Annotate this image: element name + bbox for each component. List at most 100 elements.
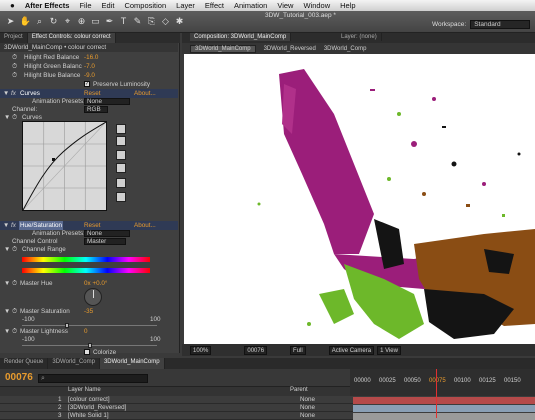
camera-view-dropdown[interactable]: Active Camera <box>328 345 375 355</box>
apple-icon[interactable]: ● <box>5 1 20 10</box>
tab-3dworld-comp[interactable]: 3DWorld_Comp <box>48 358 100 369</box>
layer-name[interactable]: [White Solid 1] <box>68 412 109 420</box>
zoom-tool-icon[interactable]: ⌕ <box>33 15 46 28</box>
layer-name[interactable]: [colour correct] <box>68 396 110 404</box>
hilight-red-row: ⏱ Hilight Red Balance -16.0 <box>0 53 178 62</box>
expand-triangle-icon[interactable]: ▼ <box>4 113 10 122</box>
menu-window[interactable]: Window <box>298 1 335 10</box>
puppet-pin-tool-icon[interactable]: ✱ <box>173 15 186 28</box>
tab-project[interactable]: Project <box>0 33 28 43</box>
comp-tab-comp[interactable]: 3DWorld_Comp <box>324 46 367 52</box>
master-hue-value[interactable]: 0x +0.0° <box>84 279 107 288</box>
stopwatch-icon[interactable]: ⏱ <box>12 53 17 62</box>
curve-smooth-tool-icon[interactable] <box>116 124 126 134</box>
curve-pencil-tool-icon[interactable] <box>116 136 126 146</box>
curve-open-icon[interactable] <box>116 150 126 160</box>
menu-effect[interactable]: Effect <box>200 1 229 10</box>
rectangle-tool-icon[interactable]: ▭ <box>89 15 102 28</box>
saturation-range-row: -100 100 <box>0 315 178 324</box>
menu-help[interactable]: Help <box>335 1 360 10</box>
saturation-slider-track[interactable] <box>22 325 157 326</box>
layer-name-column-header[interactable]: Layer Name <box>68 387 101 393</box>
tab-layer[interactable]: Layer: (none) <box>337 33 382 41</box>
layer-name[interactable]: [3DWorld_Reversed] <box>68 404 126 412</box>
parent-column-header[interactable]: Parent <box>290 387 308 393</box>
ruler-label: 00050 <box>404 378 421 384</box>
curves-graph[interactable] <box>22 121 107 211</box>
view-layout-dropdown[interactable]: 1 View <box>377 345 401 355</box>
tab-effect-controls[interactable]: Effect Controls: colour correct <box>27 33 116 43</box>
current-time-indicator[interactable] <box>436 369 437 418</box>
menu-after-effects[interactable]: After Effects <box>20 1 75 10</box>
layer-duration-bar[interactable] <box>353 413 535 420</box>
hilight-blue-row: ⏱ Hilight Blue Balance -9.0 <box>0 71 178 80</box>
resolution-dropdown[interactable]: Full <box>290 345 306 355</box>
ruler-label: 00150 <box>504 378 521 384</box>
curve-point[interactable] <box>52 158 55 161</box>
left-panel-tabs: Project Effect Controls: colour correct <box>0 33 180 43</box>
hilight-green-value[interactable]: -7.0 <box>84 62 95 71</box>
channel-range-bottom-gradient[interactable] <box>22 268 150 273</box>
pen-tool-icon[interactable]: ✒ <box>103 15 116 28</box>
layer-duration-bar[interactable] <box>353 405 535 412</box>
hilight-red-value[interactable]: -16.0 <box>84 53 98 62</box>
expand-triangle-icon[interactable]: ▼ <box>4 279 10 288</box>
clone-stamp-tool-icon[interactable]: ⎘ <box>145 15 158 28</box>
curves-channel-dropdown[interactable]: RGB <box>84 106 108 113</box>
selection-tool-icon[interactable]: ➤ <box>4 15 17 28</box>
curve-reset-icon[interactable] <box>116 192 126 202</box>
preserve-luminosity-checkbox[interactable]: ✓ <box>84 81 90 87</box>
expand-triangle-icon[interactable]: ▼ <box>4 245 10 254</box>
curve-smooth-icon[interactable] <box>116 178 126 188</box>
timeline-timecode[interactable]: 00076 <box>5 372 33 383</box>
eraser-tool-icon[interactable]: ◇ <box>159 15 172 28</box>
stopwatch-icon[interactable]: ⏱ <box>12 62 17 71</box>
hand-tool-icon[interactable]: ✋ <box>19 15 32 28</box>
rotate-tool-icon[interactable]: ↻ <box>47 15 60 28</box>
comp-tab-reversed[interactable]: 3DWorld_Reversed <box>264 46 316 52</box>
menu-layer[interactable]: Layer <box>171 1 200 10</box>
workspace-dropdown[interactable]: Standard <box>470 20 531 29</box>
hilight-green-row: ⏱ Hilight Green Balanc -7.0 <box>0 62 178 71</box>
layer-parent-dropdown[interactable]: None <box>300 404 315 412</box>
layer-number: 2 <box>58 404 62 411</box>
curve-save-icon[interactable] <box>116 163 126 173</box>
brush-tool-icon[interactable]: ✎ <box>131 15 144 28</box>
time-ruler[interactable]: 00000 00025 00050 00075 00100 00125 0015… <box>350 369 535 396</box>
hilight-blue-value[interactable]: -9.0 <box>84 71 95 80</box>
menu-composition[interactable]: Composition <box>119 1 171 10</box>
menu-view[interactable]: View <box>272 1 298 10</box>
stopwatch-icon[interactable]: ⏱ <box>12 279 17 288</box>
tab-3dworld-maincomp[interactable]: 3DWorld_MainComp <box>99 358 165 369</box>
text-tool-icon[interactable]: T <box>117 15 130 28</box>
menu-bar: ● After Effects File Edit Composition La… <box>0 0 535 11</box>
menu-animation[interactable]: Animation <box>229 1 272 10</box>
pan-behind-tool-icon[interactable]: ⊕ <box>75 15 88 28</box>
stopwatch-icon[interactable]: ⏱ <box>12 245 17 254</box>
ruler-label: 00125 <box>479 378 496 384</box>
layer-parent-dropdown[interactable]: None <box>300 412 315 420</box>
timeline-search-input[interactable]: ⌕ <box>38 374 148 383</box>
tab-composition[interactable]: Composition: 3DWorld_MainComp <box>190 33 292 41</box>
menu-file[interactable]: File <box>74 1 96 10</box>
menu-edit[interactable]: Edit <box>97 1 120 10</box>
hilight-red-label: Hilight Red Balance <box>24 54 80 61</box>
layer-duration-bar[interactable] <box>353 397 535 404</box>
saturation-min-label: -100 <box>22 316 35 323</box>
hue-sat-presets-dropdown[interactable]: None <box>84 230 130 237</box>
camera-tool-icon[interactable]: ⌖ <box>61 15 74 28</box>
tab-render-queue[interactable]: Render Queue <box>0 358 49 369</box>
layer-parent-dropdown[interactable]: None <box>300 396 315 404</box>
channel-control-dropdown[interactable]: Master <box>84 238 126 245</box>
stopwatch-icon[interactable]: ⏱ <box>12 71 17 80</box>
master-hue-dial[interactable] <box>84 288 102 306</box>
current-time-display[interactable]: 00076 <box>244 345 268 355</box>
stopwatch-icon[interactable]: ⏱ <box>12 113 17 122</box>
colorize-checkbox[interactable] <box>84 349 90 355</box>
comp-tab-main[interactable]: 3DWorld_MainComp <box>190 44 256 53</box>
effect-controls-header: 3DWorld_MainComp • colour correct <box>0 43 178 52</box>
magnification-dropdown[interactable]: 100% <box>190 345 212 355</box>
curves-presets-dropdown[interactable]: None <box>84 98 130 105</box>
composition-viewer[interactable] <box>184 54 535 344</box>
comp-panel-tabs: Composition: 3DWorld_MainComp Layer: (no… <box>182 33 535 43</box>
